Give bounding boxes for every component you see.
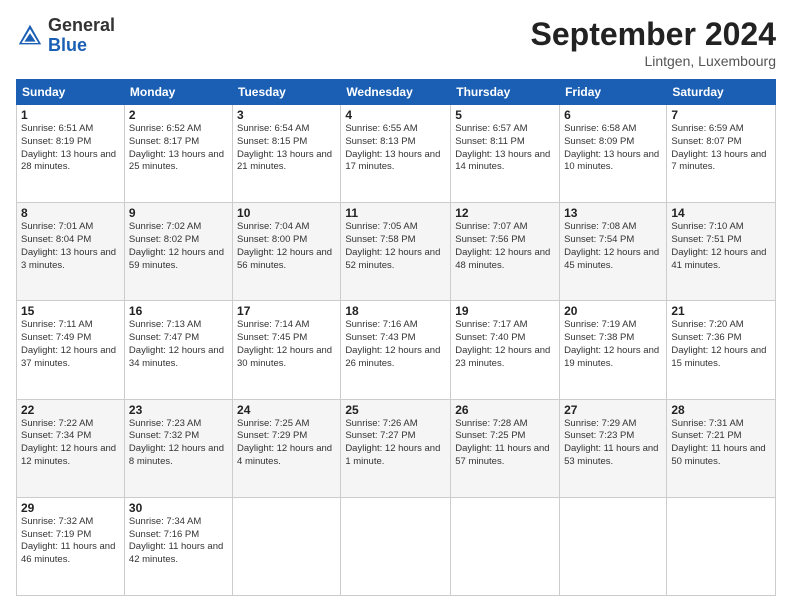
day-16: 16 Sunrise: 7:13 AMSunset: 7:47 PMDaylig…: [124, 301, 232, 399]
table-row: 22 Sunrise: 7:22 AMSunset: 7:34 PMDaylig…: [17, 399, 776, 497]
logo-general: General: [48, 15, 115, 35]
calendar-table: Sunday Monday Tuesday Wednesday Thursday…: [16, 79, 776, 596]
day-3: 3 Sunrise: 6:54 AMSunset: 8:15 PMDayligh…: [233, 105, 341, 203]
day-19: 19 Sunrise: 7:17 AMSunset: 7:40 PMDaylig…: [451, 301, 560, 399]
day-27: 27 Sunrise: 7:29 AMSunset: 7:23 PMDaylig…: [560, 399, 667, 497]
day-21: 21 Sunrise: 7:20 AMSunset: 7:36 PMDaylig…: [667, 301, 776, 399]
location: Lintgen, Luxembourg: [531, 53, 776, 69]
day-11: 11 Sunrise: 7:05 AMSunset: 7:58 PMDaylig…: [341, 203, 451, 301]
day-26: 26 Sunrise: 7:28 AMSunset: 7:25 PMDaylig…: [451, 399, 560, 497]
empty-cell: [451, 497, 560, 595]
day-20: 20 Sunrise: 7:19 AMSunset: 7:38 PMDaylig…: [560, 301, 667, 399]
table-row: 29 Sunrise: 7:32 AMSunset: 7:19 PMDaylig…: [17, 497, 776, 595]
logo-blue: Blue: [48, 35, 87, 55]
day-14: 14 Sunrise: 7:10 AMSunset: 7:51 PMDaylig…: [667, 203, 776, 301]
day-22: 22 Sunrise: 7:22 AMSunset: 7:34 PMDaylig…: [17, 399, 125, 497]
day-28: 28 Sunrise: 7:31 AMSunset: 7:21 PMDaylig…: [667, 399, 776, 497]
day-2: 2 Sunrise: 6:52 AMSunset: 8:17 PMDayligh…: [124, 105, 232, 203]
col-monday: Monday: [124, 80, 232, 105]
day-10: 10 Sunrise: 7:04 AMSunset: 8:00 PMDaylig…: [233, 203, 341, 301]
empty-cell: [233, 497, 341, 595]
day-24: 24 Sunrise: 7:25 AMSunset: 7:29 PMDaylig…: [233, 399, 341, 497]
col-friday: Friday: [560, 80, 667, 105]
day-29: 29 Sunrise: 7:32 AMSunset: 7:19 PMDaylig…: [17, 497, 125, 595]
day-7: 7 Sunrise: 6:59 AMSunset: 8:07 PMDayligh…: [667, 105, 776, 203]
empty-cell: [560, 497, 667, 595]
col-wednesday: Wednesday: [341, 80, 451, 105]
logo-text: General Blue: [48, 16, 115, 56]
col-sunday: Sunday: [17, 80, 125, 105]
logo-icon: [16, 22, 44, 50]
day-4: 4 Sunrise: 6:55 AMSunset: 8:13 PMDayligh…: [341, 105, 451, 203]
header: General Blue September 2024 Lintgen, Lux…: [16, 16, 776, 69]
col-saturday: Saturday: [667, 80, 776, 105]
page: General Blue September 2024 Lintgen, Lux…: [0, 0, 792, 612]
day-8: 8 Sunrise: 7:01 AMSunset: 8:04 PMDayligh…: [17, 203, 125, 301]
day-30: 30 Sunrise: 7:34 AMSunset: 7:16 PMDaylig…: [124, 497, 232, 595]
day-18: 18 Sunrise: 7:16 AMSunset: 7:43 PMDaylig…: [341, 301, 451, 399]
day-25: 25 Sunrise: 7:26 AMSunset: 7:27 PMDaylig…: [341, 399, 451, 497]
day-23: 23 Sunrise: 7:23 AMSunset: 7:32 PMDaylig…: [124, 399, 232, 497]
day-6: 6 Sunrise: 6:58 AMSunset: 8:09 PMDayligh…: [560, 105, 667, 203]
table-row: 15 Sunrise: 7:11 AMSunset: 7:49 PMDaylig…: [17, 301, 776, 399]
day-1: 1 Sunrise: 6:51 AMSunset: 8:19 PMDayligh…: [17, 105, 125, 203]
day-9: 9 Sunrise: 7:02 AMSunset: 8:02 PMDayligh…: [124, 203, 232, 301]
title-block: September 2024 Lintgen, Luxembourg: [531, 16, 776, 69]
day-17: 17 Sunrise: 7:14 AMSunset: 7:45 PMDaylig…: [233, 301, 341, 399]
table-row: 1 Sunrise: 6:51 AMSunset: 8:19 PMDayligh…: [17, 105, 776, 203]
empty-cell: [341, 497, 451, 595]
header-row: Sunday Monday Tuesday Wednesday Thursday…: [17, 80, 776, 105]
col-tuesday: Tuesday: [233, 80, 341, 105]
logo: General Blue: [16, 16, 115, 56]
empty-cell: [667, 497, 776, 595]
month-title: September 2024: [531, 16, 776, 53]
day-15: 15 Sunrise: 7:11 AMSunset: 7:49 PMDaylig…: [17, 301, 125, 399]
col-thursday: Thursday: [451, 80, 560, 105]
day-5: 5 Sunrise: 6:57 AMSunset: 8:11 PMDayligh…: [451, 105, 560, 203]
day-12: 12 Sunrise: 7:07 AMSunset: 7:56 PMDaylig…: [451, 203, 560, 301]
day-13: 13 Sunrise: 7:08 AMSunset: 7:54 PMDaylig…: [560, 203, 667, 301]
table-row: 8 Sunrise: 7:01 AMSunset: 8:04 PMDayligh…: [17, 203, 776, 301]
